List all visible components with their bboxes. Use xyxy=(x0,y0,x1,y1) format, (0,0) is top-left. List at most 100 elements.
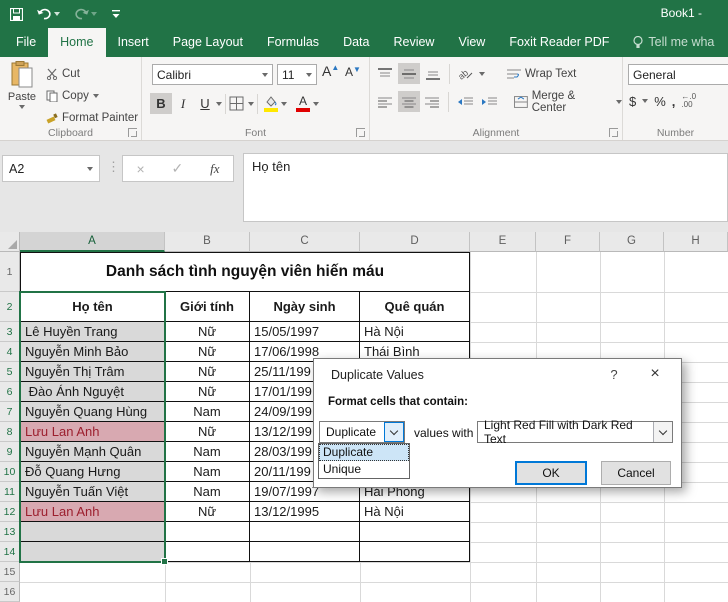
cell-A14[interactable] xyxy=(20,542,165,562)
cell-B3[interactable]: Nữ xyxy=(165,322,250,342)
redo-button[interactable] xyxy=(74,8,97,20)
underline-button[interactable]: U xyxy=(194,93,216,114)
tab-data[interactable]: Data xyxy=(331,28,381,57)
row-header-5[interactable]: 5 xyxy=(0,362,20,382)
column-header-C[interactable]: C xyxy=(250,232,360,252)
increase-indent-button[interactable] xyxy=(478,91,500,112)
increase-decimal-icon[interactable]: ←.0.00 xyxy=(681,93,696,109)
border-grid-icon[interactable] xyxy=(229,96,244,111)
cell-A12[interactable]: Lưu Lan Anh xyxy=(20,502,165,522)
rule-type-select[interactable]: Duplicate xyxy=(319,421,405,443)
insert-function-icon[interactable]: fx xyxy=(210,161,219,177)
column-header-G[interactable]: G xyxy=(600,232,664,252)
fill-color-dropdown-icon[interactable] xyxy=(281,102,287,106)
cell-B4[interactable]: Nữ xyxy=(165,342,250,362)
cell-B7[interactable]: Nam xyxy=(165,402,250,422)
row-header-11[interactable]: 11 xyxy=(0,482,20,502)
tab-review[interactable]: Review xyxy=(381,28,446,57)
italic-button[interactable]: I xyxy=(172,93,194,114)
font-family-select[interactable]: Calibri xyxy=(152,64,273,85)
paste-dropdown-icon[interactable] xyxy=(19,105,25,109)
orientation-dropdown-icon[interactable] xyxy=(479,72,485,76)
option-duplicate[interactable]: Duplicate xyxy=(319,444,409,461)
bold-button[interactable]: B xyxy=(150,93,172,114)
column-header-A[interactable]: A xyxy=(20,232,165,252)
cell-B8[interactable]: Nữ xyxy=(165,422,250,442)
align-bottom-button[interactable] xyxy=(422,63,444,84)
cell-C13[interactable] xyxy=(250,522,360,542)
cell-B5[interactable]: Nữ xyxy=(165,362,250,382)
cell-B6[interactable]: Nữ xyxy=(165,382,250,402)
underline-dropdown-icon[interactable] xyxy=(216,102,222,106)
row-header-15[interactable]: 15 xyxy=(0,562,20,582)
format-style-select[interactable]: Light Red Fill with Dark Red Text xyxy=(477,421,673,443)
row-header-2[interactable]: 2 xyxy=(0,292,20,322)
cell-A10[interactable]: Đỗ Quang Hưng xyxy=(20,462,165,482)
cell-A9[interactable]: Nguyễn Mạnh Quân xyxy=(20,442,165,462)
tab-tell-me[interactable]: Tell me wha xyxy=(621,28,726,57)
accounting-format-button[interactable]: $ xyxy=(629,94,636,109)
align-right-button[interactable] xyxy=(422,91,444,112)
close-icon[interactable]: × xyxy=(644,363,666,385)
cancel-entry-icon[interactable]: × xyxy=(136,161,144,177)
tab-formulas[interactable]: Formulas xyxy=(255,28,331,57)
align-center-button[interactable] xyxy=(398,91,420,112)
customize-qat-icon[interactable] xyxy=(111,9,121,19)
undo-button[interactable] xyxy=(37,8,60,20)
tab-home[interactable]: Home xyxy=(48,28,105,57)
save-icon[interactable] xyxy=(10,8,23,21)
ok-button[interactable]: OK xyxy=(515,461,587,485)
cell-A4[interactable]: Nguyễn Minh Bảo xyxy=(20,342,165,362)
tab-view[interactable]: View xyxy=(446,28,497,57)
cell-A13[interactable] xyxy=(20,522,165,542)
wrap-text-button[interactable]: Wrap Text xyxy=(507,63,576,84)
column-header-E[interactable]: E xyxy=(470,232,536,252)
cancel-button[interactable]: Cancel xyxy=(601,461,671,485)
cell-C3[interactable]: 15/05/1997 xyxy=(250,322,360,342)
cell-A5[interactable]: Nguyễn Thị Trâm xyxy=(20,362,165,382)
accounting-dropdown-icon[interactable] xyxy=(642,99,648,103)
row-header-4[interactable]: 4 xyxy=(0,342,20,362)
row-header-10[interactable]: 10 xyxy=(0,462,20,482)
copy-button[interactable]: Copy xyxy=(46,85,99,106)
row-header-7[interactable]: 7 xyxy=(0,402,20,422)
grow-font-button[interactable]: A▲ xyxy=(322,63,339,79)
cell-B14[interactable] xyxy=(165,542,250,562)
number-format-select[interactable]: General xyxy=(628,64,728,85)
tab-page-layout[interactable]: Page Layout xyxy=(161,28,255,57)
font-color-dropdown-icon[interactable] xyxy=(313,102,319,106)
redo-dropdown-icon[interactable] xyxy=(91,12,97,16)
row-header-3[interactable]: 3 xyxy=(0,322,20,342)
name-box-dropdown-icon[interactable] xyxy=(87,167,93,171)
align-left-button[interactable] xyxy=(374,91,396,112)
shrink-font-button[interactable]: A▼ xyxy=(345,65,361,79)
merge-center-button[interactable]: Merge & Center xyxy=(514,91,622,112)
font-dialog-launcher-icon[interactable] xyxy=(356,128,365,137)
row-header-12[interactable]: 12 xyxy=(0,502,20,522)
cell-D2[interactable]: Quê quán xyxy=(360,292,470,322)
clipboard-dialog-launcher-icon[interactable] xyxy=(128,128,137,137)
align-middle-button[interactable] xyxy=(398,63,420,84)
percent-style-button[interactable]: % xyxy=(654,94,666,109)
chevron-down-icon[interactable] xyxy=(384,422,404,442)
cell-D14[interactable] xyxy=(360,542,470,562)
option-unique[interactable]: Unique xyxy=(319,461,409,478)
cell-A11[interactable]: Nguyễn Tuấn Việt xyxy=(20,482,165,502)
cell-D13[interactable] xyxy=(360,522,470,542)
column-header-B[interactable]: B xyxy=(165,232,250,252)
tab-insert[interactable]: Insert xyxy=(106,28,161,57)
row-header-16[interactable]: 16 xyxy=(0,582,20,602)
font-size-select[interactable]: 11 xyxy=(277,64,317,85)
row-header-14[interactable]: 14 xyxy=(0,542,20,562)
column-header-H[interactable]: H xyxy=(664,232,728,252)
cell-B11[interactable]: Nam xyxy=(165,482,250,502)
row-header-1[interactable]: 1 xyxy=(0,252,20,292)
paste-button[interactable]: Paste xyxy=(4,61,40,123)
column-header-F[interactable]: F xyxy=(536,232,600,252)
decrease-indent-button[interactable] xyxy=(454,91,476,112)
cell-B9[interactable]: Nam xyxy=(165,442,250,462)
merge-dropdown-icon[interactable] xyxy=(616,100,622,104)
fill-color-button[interactable] xyxy=(261,93,281,114)
font-color-button[interactable]: A xyxy=(293,93,313,114)
cell-A7[interactable]: Nguyễn Quang Hùng xyxy=(20,402,165,422)
